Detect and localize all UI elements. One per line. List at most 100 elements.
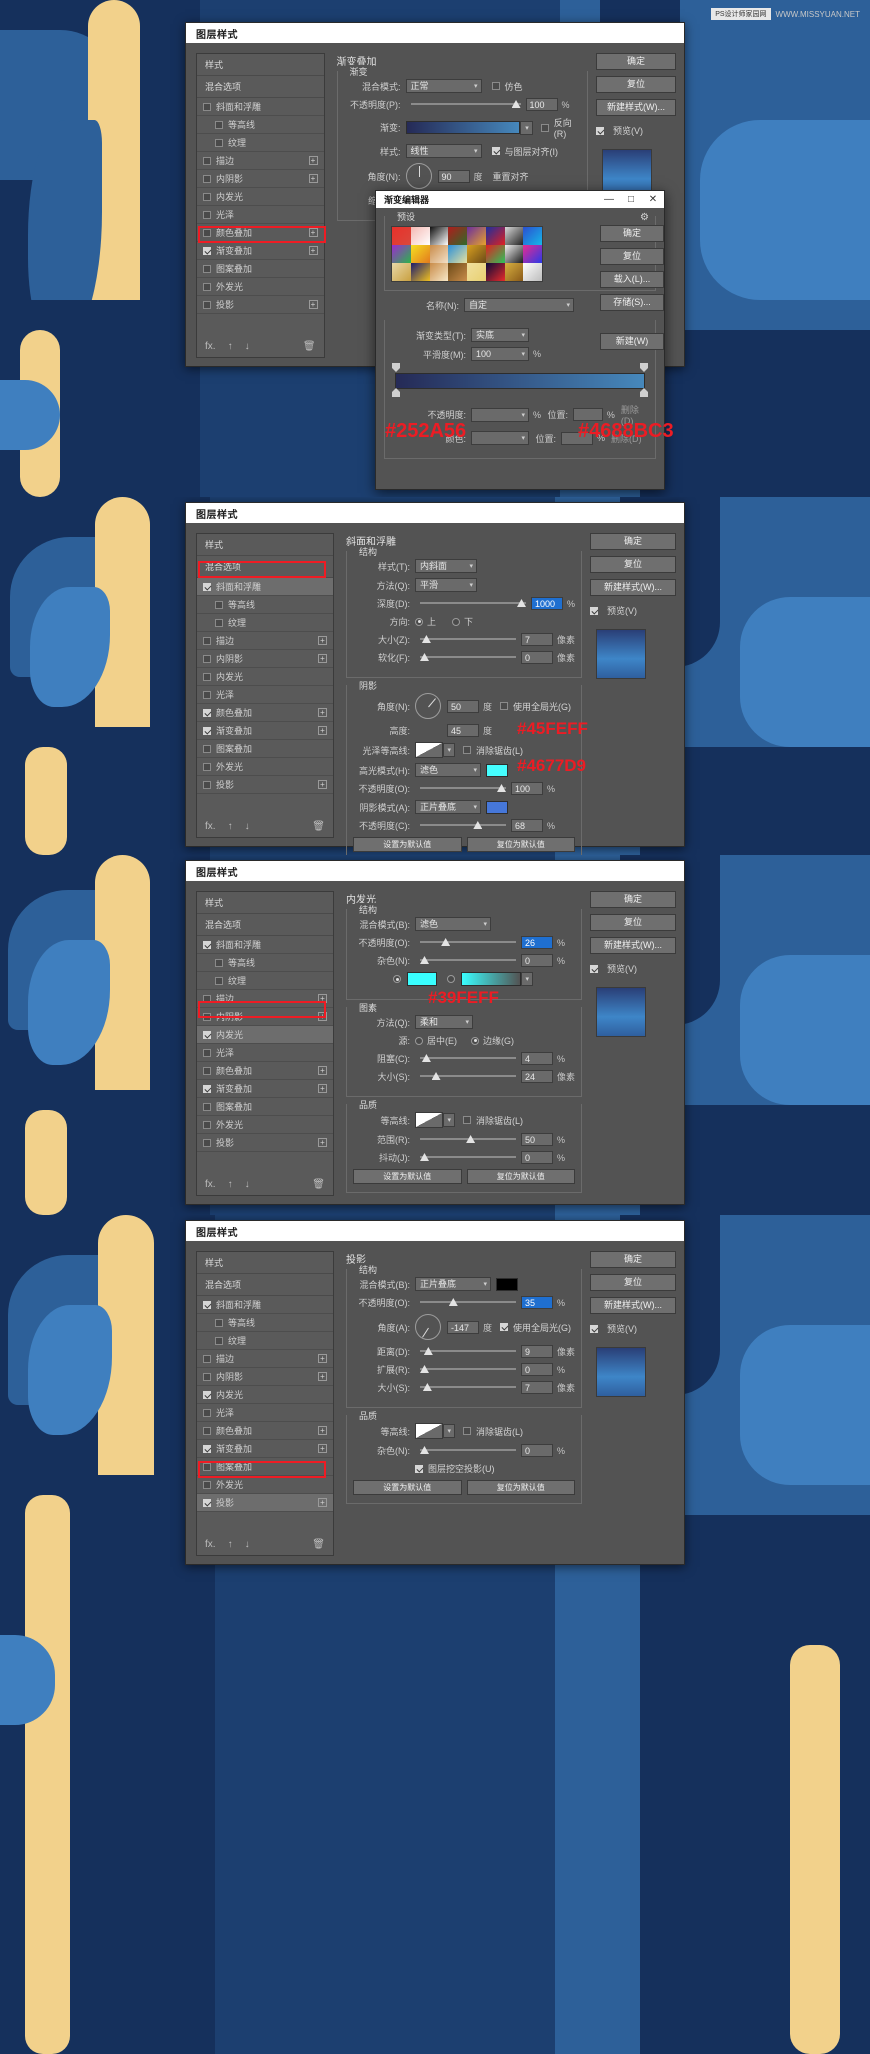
gradient-preset-swatch[interactable]: [467, 263, 486, 281]
maximize-icon[interactable]: □: [620, 194, 642, 205]
input-jitter[interactable]: 0: [521, 1151, 553, 1164]
style-list-items-2[interactable]: 斜面和浮雕 等高线 纹理 描边 + 内阴影 + 内发光 光泽 颜色叠加 + 渐变叠加 + 图案叠加 外发光投…: [197, 578, 333, 794]
gradient-preset-swatch[interactable]: [410, 245, 430, 263]
checkbox-style-item[interactable]: [203, 1102, 211, 1111]
select-smoothness[interactable]: 100: [471, 347, 529, 361]
checkbox-style-item[interactable]: [203, 708, 211, 717]
style-list-header-styles-3[interactable]: 样式: [197, 892, 333, 914]
checkbox-style-item[interactable]: [203, 1444, 211, 1453]
checkbox-global-light-4[interactable]: [500, 1323, 509, 1331]
checkbox-antialias-shadow[interactable]: [463, 1427, 471, 1435]
radio-dir-up-wrap[interactable]: 上: [415, 615, 436, 628]
gradient-preset-swatch[interactable]: [467, 227, 486, 245]
checkbox-preview-3[interactable]: [590, 964, 598, 973]
style-list-item[interactable]: 纹理: [197, 1332, 333, 1350]
dialog-buttons-4[interactable]: 确定 复位 新建样式(W)... 预览(V): [590, 1241, 684, 1566]
radio-source-center-wrap[interactable]: 居中(E): [415, 1034, 457, 1047]
input-range[interactable]: 50: [521, 1133, 553, 1146]
input-shadow-size-4[interactable]: 7: [520, 1381, 553, 1394]
input-highlight-opacity[interactable]: 100: [511, 782, 543, 795]
delete-icon-3[interactable]: 🗑: [312, 1179, 325, 1190]
checkbox-style-item[interactable]: [203, 1480, 211, 1489]
delete-icon-4[interactable]: 🗑: [312, 1539, 325, 1550]
move-up-icon-3[interactable]: ↑: [228, 1179, 233, 1190]
input-shadow-opacity[interactable]: 68: [511, 819, 543, 832]
checkbox-global-light[interactable]: [500, 702, 509, 710]
style-list-footer-3[interactable]: fx. ↑ ↓ 🗑: [197, 1174, 333, 1195]
input-choke[interactable]: 4: [521, 1052, 553, 1065]
style-list-2[interactable]: 样式 混合选项 斜面和浮雕 等高线 纹理 描边 + 内阴影 + 内发光 光泽 颜色叠加 + 渐变叠加 +…: [196, 533, 334, 838]
style-list-item[interactable]: 斜面和浮雕: [197, 578, 333, 596]
checkbox-style-item[interactable]: [215, 958, 223, 967]
add-effect-icon[interactable]: +: [318, 636, 327, 645]
delete-icon-2[interactable]: 🗑: [312, 821, 325, 832]
swatch-glow-color[interactable]: [407, 972, 437, 986]
style-list-item[interactable]: 描边 +: [197, 152, 324, 170]
swatch-stop-color[interactable]: [471, 431, 529, 445]
ge-save-button[interactable]: 存储(S)...: [600, 294, 664, 311]
slider-shadow-opacity[interactable]: [420, 819, 506, 832]
radio-source-edge-wrap[interactable]: 边缘(G): [471, 1034, 514, 1047]
radio-dir-up[interactable]: [415, 617, 423, 626]
style-list-item[interactable]: 渐变叠加 +: [197, 1440, 333, 1458]
move-down-icon-3[interactable]: ↓: [245, 1179, 250, 1190]
style-list-item[interactable]: 斜面和浮雕: [197, 936, 333, 954]
slider-opacity[interactable]: [410, 98, 521, 111]
style-list-item[interactable]: 等高线: [197, 954, 333, 972]
checkbox-style-item[interactable]: [203, 282, 211, 291]
select-glow-blend[interactable]: 滤色: [415, 917, 491, 931]
style-list-item[interactable]: 外发光: [197, 1116, 333, 1134]
move-down-icon[interactable]: ↓: [245, 341, 250, 352]
reset-button-4[interactable]: 复位: [590, 1274, 676, 1291]
ok-button-4[interactable]: 确定: [590, 1251, 676, 1268]
style-list-item[interactable]: 颜色叠加 +: [197, 1062, 333, 1080]
checkbox-style-item[interactable]: [203, 994, 211, 1003]
gradient-preset-swatch[interactable]: [392, 263, 411, 281]
glow-gradient-preview[interactable]: [461, 972, 521, 986]
select-highlight-mode[interactable]: 滤色: [415, 763, 481, 777]
checkbox-style-item[interactable]: [215, 976, 223, 985]
set-default-button-3[interactable]: 设置为默认值: [353, 1169, 462, 1184]
checkbox-style-item[interactable]: [203, 174, 211, 183]
checkbox-style-item[interactable]: [203, 744, 211, 753]
checkbox-dither[interactable]: [491, 82, 500, 90]
style-list-header-blending[interactable]: 混合选项: [197, 76, 324, 98]
style-list-item[interactable]: 渐变叠加 +: [197, 242, 324, 260]
radio-source-center[interactable]: [415, 1036, 423, 1045]
shade-angle-dial[interactable]: [415, 693, 441, 719]
style-list-item[interactable]: 外发光: [197, 758, 333, 776]
gradient-preset-swatch[interactable]: [429, 245, 449, 263]
slider-bevel-size[interactable]: [420, 633, 516, 646]
gradient-preset-swatch[interactable]: [392, 245, 411, 263]
add-effect-icon[interactable]: +: [308, 156, 318, 165]
default-buttons-3[interactable]: 设置为默认值 复位为默认值: [353, 1169, 575, 1184]
style-list-item[interactable]: 图案叠加: [197, 260, 324, 278]
swatch-highlight-color[interactable]: [486, 763, 508, 777]
style-list-item[interactable]: 投影 +: [197, 296, 324, 314]
checkbox-style-item[interactable]: [203, 1012, 211, 1021]
gloss-contour-arrow[interactable]: [443, 743, 455, 757]
new-style-button-3[interactable]: 新建样式(W)...: [590, 937, 676, 954]
ok-button-3[interactable]: 确定: [590, 891, 676, 908]
style-list-item[interactable]: 投影 +: [197, 1494, 333, 1512]
input-bevel-size[interactable]: 7: [520, 633, 553, 646]
style-list-item[interactable]: 纹理: [197, 134, 324, 152]
checkbox-style-item[interactable]: [215, 618, 223, 627]
checkbox-style-item[interactable]: [203, 1498, 211, 1507]
gradient-preset-swatch[interactable]: [467, 245, 486, 263]
delete-icon[interactable]: 🗑: [303, 341, 316, 352]
style-list-4[interactable]: 样式 混合选项 斜面和浮雕 等高线 纹理 描边 + 内阴影 + 内发光 光泽 颜色叠加 + 渐变叠加 +…: [196, 1251, 334, 1556]
slider-choke[interactable]: [420, 1052, 516, 1065]
add-effect-icon[interactable]: +: [318, 708, 327, 717]
move-up-icon[interactable]: ↑: [228, 341, 233, 352]
checkbox-reverse[interactable]: [540, 123, 549, 132]
reset-default-button-3[interactable]: 复位为默认值: [466, 1169, 575, 1184]
checkbox-preview[interactable]: [596, 126, 604, 135]
style-list-item[interactable]: 描边 +: [197, 1350, 333, 1368]
style-list-item[interactable]: 等高线: [197, 116, 324, 134]
gradient-preview[interactable]: [405, 121, 521, 134]
checkbox-style-item[interactable]: [203, 156, 211, 165]
shadow-angle-dial[interactable]: [415, 1314, 441, 1340]
fx-icon-2[interactable]: fx.: [205, 821, 216, 832]
gradient-preset-swatch[interactable]: [523, 263, 542, 281]
